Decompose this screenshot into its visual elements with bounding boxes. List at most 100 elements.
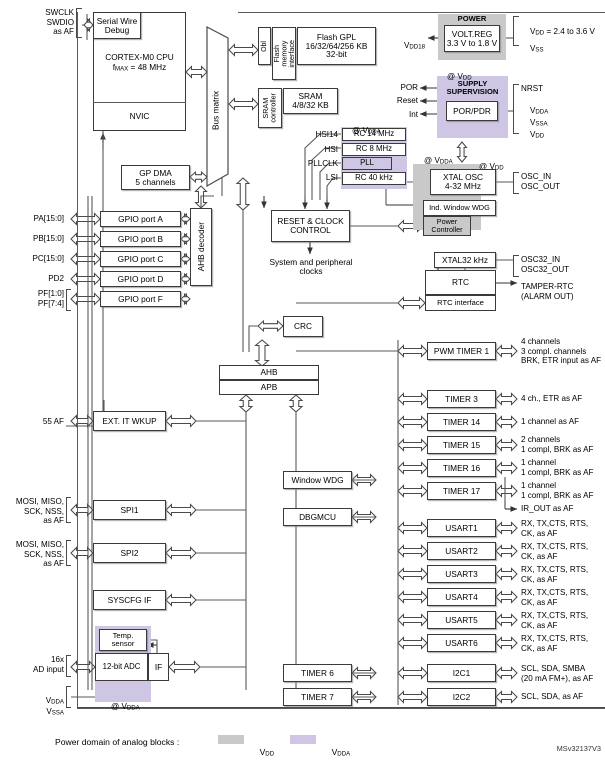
sram-controller-label: SRAM controller: [261, 93, 278, 123]
spi2-bracket: [66, 540, 71, 566]
osc32-pins-label: OSC32_IN OSC32_OUT: [521, 255, 570, 274]
chip-boundary-top: [238, 12, 605, 14]
vssa-pin-adc-label: VSSA: [46, 706, 64, 717]
power-title: POWER: [457, 13, 487, 23]
legend-vdd-label: VDD: [259, 747, 275, 758]
rc-40khz-block: RC 40 kHz: [342, 172, 406, 185]
gpio-pins-f-label: PF[1:0] PF[7:4]: [37, 289, 64, 308]
osc-pins-bracket: [513, 172, 519, 194]
int-label: Int: [409, 110, 418, 119]
pll-block: PLL: [342, 157, 392, 170]
timer-3-io-label: 4 ch., ETR as AF: [521, 394, 583, 403]
ahb-bus-block: AHB: [219, 365, 319, 380]
gpio-port-c-block: GPIO port C: [100, 251, 181, 267]
gpio-pins-d-label: PD2: [48, 274, 64, 283]
adc-at-vdda-label: @ VDDA: [111, 701, 140, 712]
crc-block: CRC: [283, 316, 323, 337]
pwm-timer-1-io-label: 4 channels 3 compl. channels BRK, ETR in…: [521, 337, 602, 366]
gpio-f-bracket: [66, 289, 71, 311]
usart1-io-label: RX, TX,CTS, RTS, CK, as AF: [521, 519, 589, 538]
dbgmcu-block: DBGMCU: [283, 508, 352, 526]
timer-3-block: TIMER 3: [427, 390, 496, 408]
osc32-pins-bracket: [513, 255, 519, 277]
vdda-vssa-bracket: [66, 686, 71, 708]
window-wdg-block: Window WDG: [283, 471, 352, 489]
hsi14-label: HSI14: [315, 130, 339, 139]
nrst-label: NRST: [521, 84, 544, 93]
chip-boundary-bottom: [77, 708, 605, 710]
gp-dma-block: GP DMA 5 channels: [121, 165, 190, 190]
por-pdr-block: POR/PDR: [446, 101, 498, 121]
timer-17-block: TIMER 17: [427, 482, 496, 500]
xtal32khz-block: XTAL32 kHz: [434, 252, 496, 268]
usart2-block: USART2: [427, 542, 496, 560]
timer-15-block: TIMER 15: [427, 436, 496, 454]
block-diagram: SWCLK SWDIO as AF Serial Wire Debug CORT…: [0, 0, 605, 758]
obl-label: Obl: [260, 40, 268, 52]
independent-window-wdg-block: Ind. Window WDG: [423, 200, 496, 216]
rtc-interface-block: RTC interface: [425, 295, 496, 311]
figure-id-label: MSv32137V3: [556, 744, 601, 753]
cpu-fmax: fMAX = 48 MHz: [112, 61, 167, 73]
timer-16-io-label: 1 channel 1 compl, BRK as AF: [521, 458, 594, 477]
usart5-block: USART5: [427, 611, 496, 629]
reset-label: Reset: [396, 96, 418, 105]
rtc-block: RTC: [425, 270, 496, 295]
legend-vdda-swatch: [290, 735, 316, 744]
usart6-io-label: RX, TX,CTS, RTS, CK, as AF: [521, 634, 589, 653]
supply-supervision-title: SUPPLY SUPERVISION: [446, 78, 499, 96]
xtal-osc-block: XTAL OSC 4-32 MHz: [430, 169, 496, 195]
option-bytes-block: Obl: [258, 27, 271, 65]
pwm-timer-1-block: PWM TIMER 1: [427, 342, 496, 360]
vdd-pin-label: VDD: [530, 129, 545, 140]
gpio-port-b-block: GPIO port B: [100, 231, 181, 247]
rc-at-vdda-label: @ VDDA: [352, 125, 381, 136]
power-controller-block: Power Controller: [423, 216, 471, 236]
usart4-io-label: RX, TX,CTS, RTS, CK, as AF: [521, 588, 589, 607]
temp-sensor-block: Temp. sensor: [99, 629, 147, 651]
swd-pins-label: SWCLK SWDIO as AF: [45, 8, 74, 37]
usart2-io-label: RX, TX,CTS, RTS, CK, as AF: [521, 542, 589, 561]
cpu-title: CORTEX-M0 CPU: [105, 52, 174, 62]
ahb-decoder-label: AHB decoder: [195, 222, 206, 272]
sram-controller-block: SRAM controller: [258, 88, 282, 128]
hsi-label: HSI: [324, 145, 339, 154]
ahb-decoder-block: AHB decoder: [190, 208, 212, 286]
vdd-supply-bracket: [513, 16, 519, 46]
ir-out-label: IR_OUT as AF: [521, 504, 574, 513]
i2c1-io-label: SCL, SDA, SMBA (20 mA FM+), as AF: [521, 664, 594, 683]
vss-label: VSS: [530, 43, 544, 54]
timer-16-block: TIMER 16: [427, 459, 496, 477]
timer-7-block: TIMER 7: [283, 688, 352, 706]
gpio-pins-c-label: PC[15:0]: [32, 254, 65, 263]
swd-pins-bracket: [76, 8, 82, 38]
usart4-block: USART4: [427, 588, 496, 606]
adc-interface-block: IF: [148, 653, 169, 681]
gpio-port-d-block: GPIO port D: [100, 271, 181, 287]
tamper-rtc-label: TAMPER-RTC (ALARM OUT): [521, 282, 574, 301]
vdd18-label: VDD18: [404, 40, 425, 51]
usart3-block: USART3: [427, 565, 496, 583]
ad-input-label: 16x AD input: [32, 655, 64, 674]
ad-input-bracket: [66, 655, 71, 677]
gpio-port-f-block: GPIO port F: [100, 291, 181, 307]
gpio-pins-a-label: PA[15:0]: [33, 214, 64, 223]
spi2-pins-label: MOSI, MISO, SCK, NSS, as AF: [15, 540, 64, 569]
timer-6-block: TIMER 6: [283, 664, 352, 682]
syscfg-if-block: SYSCFG IF: [93, 590, 166, 610]
spi1-pins-label: MOSI, MISO, SCK, NSS, as AF: [15, 497, 64, 526]
timer-14-block: TIMER 14: [427, 413, 496, 431]
apb-bus-block: APB: [219, 380, 319, 395]
bus-matrix-label: Bus matrix: [210, 90, 221, 130]
spi2-block: SPI2: [93, 543, 166, 563]
i2c2-block: I2C2: [427, 688, 496, 706]
chip-boundary-top-left: [77, 12, 79, 708]
nvic-label: NVIC: [129, 110, 150, 121]
usart6-block: USART6: [427, 634, 496, 652]
lsi-label: LSI: [325, 173, 338, 182]
timer-14-io-label: 1 channel as AF: [521, 417, 580, 426]
flash-memory-interface-block: Flash memory interface: [272, 27, 296, 80]
usart5-io-label: RX, TX,CTS, RTS, CK, as AF: [521, 611, 589, 630]
spi1-bracket: [66, 497, 71, 523]
flash-memory-block: Flash GPL 16/32/64/256 KB 32-bit: [297, 27, 376, 65]
